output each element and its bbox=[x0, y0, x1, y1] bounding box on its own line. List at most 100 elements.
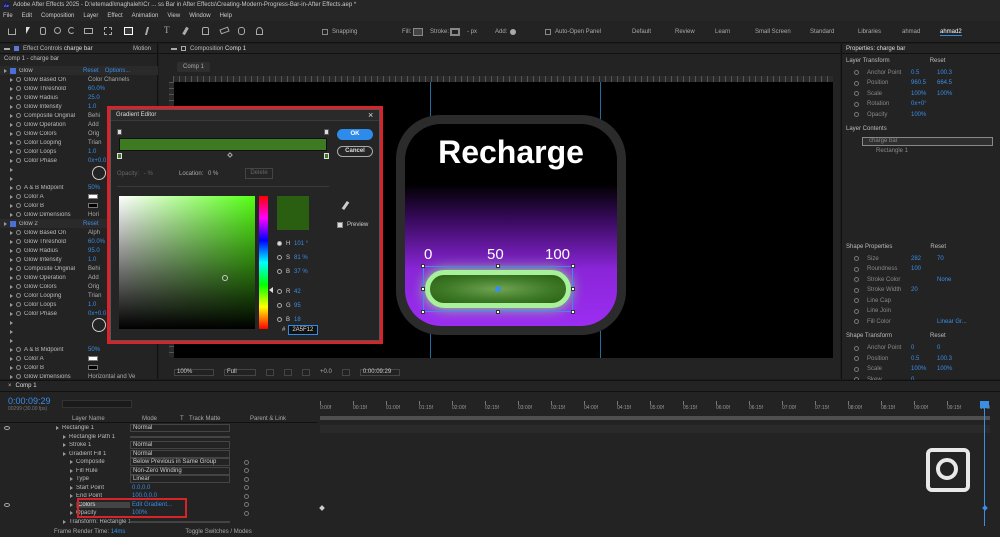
property-value[interactable]: Reset bbox=[83, 221, 99, 227]
composition-tab[interactable]: Composition bbox=[190, 46, 223, 52]
handle[interactable] bbox=[571, 287, 575, 291]
selection-tool-icon[interactable] bbox=[26, 27, 30, 34]
color-value-row[interactable]: H 101 ° bbox=[277, 239, 337, 248]
layer-mode[interactable]: Linear bbox=[130, 475, 230, 484]
expand-arrow-icon[interactable] bbox=[70, 468, 73, 473]
expand-arrow-icon[interactable] bbox=[10, 194, 13, 199]
timeline-tab[interactable]: Comp 1 bbox=[16, 383, 37, 389]
property-value[interactable]: 0x+0.0 bbox=[88, 158, 106, 164]
property-value-1[interactable]: 0.5 bbox=[911, 70, 937, 76]
handle[interactable] bbox=[421, 264, 425, 268]
property-value[interactable]: 1.0 bbox=[88, 302, 96, 308]
stopwatch-icon[interactable] bbox=[854, 70, 859, 75]
auto-open-checkbox[interactable] bbox=[545, 29, 551, 35]
handle[interactable] bbox=[421, 287, 425, 291]
menu-help[interactable]: Help bbox=[220, 13, 232, 19]
eyedropper-icon[interactable] bbox=[341, 200, 350, 211]
stopwatch-icon[interactable] bbox=[854, 91, 859, 96]
property-value[interactable]: 1.0 bbox=[88, 257, 96, 263]
timeline-layer-row[interactable]: Composite Below Previous in Same Group bbox=[0, 458, 318, 467]
expand-arrow-icon[interactable] bbox=[10, 158, 13, 163]
stopwatch-icon[interactable] bbox=[16, 275, 21, 280]
options-link[interactable]: Options... bbox=[105, 68, 131, 74]
menu-layer[interactable]: Layer bbox=[83, 13, 98, 19]
layer-contents-section[interactable]: Layer Contents bbox=[842, 125, 1000, 134]
property-value-2[interactable]: 0 bbox=[937, 345, 940, 351]
handle[interactable] bbox=[496, 310, 500, 314]
color-field-cursor[interactable] bbox=[222, 275, 228, 281]
expand-arrow-icon[interactable] bbox=[10, 167, 13, 172]
property-value[interactable]: 50% bbox=[88, 185, 100, 191]
layer-mode[interactable]: 0.0,0.0 bbox=[130, 485, 230, 491]
menu-composition[interactable]: Composition bbox=[41, 13, 74, 19]
stamp-tool-icon[interactable] bbox=[202, 27, 209, 35]
roto-brush-tool-icon[interactable] bbox=[238, 27, 245, 35]
menu-edit[interactable]: Edit bbox=[22, 13, 32, 19]
stopwatch-icon[interactable] bbox=[854, 298, 859, 303]
stopwatch-icon[interactable] bbox=[16, 77, 21, 82]
stopwatch-icon[interactable] bbox=[16, 140, 21, 145]
property-value-2[interactable]: 70 bbox=[937, 256, 944, 262]
stopwatch-icon[interactable] bbox=[16, 374, 21, 379]
stopwatch-icon[interactable] bbox=[854, 112, 859, 117]
property-value-1[interactable]: 282 bbox=[911, 256, 937, 262]
expand-arrow-icon[interactable] bbox=[63, 519, 66, 524]
effect-property-row[interactable]: Glow Reset Options... bbox=[0, 66, 158, 75]
mask-icon[interactable] bbox=[284, 368, 292, 376]
property-value-1[interactable]: 960.5 bbox=[911, 80, 937, 86]
anchor-point[interactable] bbox=[495, 286, 501, 292]
effect-property-row[interactable]: A & B Midpoint 50% bbox=[0, 345, 158, 354]
visibility-icon[interactable] bbox=[4, 426, 10, 431]
timeline-layer-row[interactable]: Fill Rule Non-Zero Winding bbox=[0, 466, 318, 476]
stopwatch-icon[interactable] bbox=[854, 308, 859, 314]
comp-timecode[interactable]: 0:00:09:29 bbox=[359, 368, 400, 376]
expand-arrow-icon[interactable] bbox=[10, 230, 13, 235]
timeline-layer-row[interactable]: Start Point 0.0,0.0 bbox=[0, 484, 318, 493]
stopwatch-icon[interactable] bbox=[854, 356, 859, 361]
stroke-width-field[interactable]: - px bbox=[467, 29, 477, 35]
grid-icon[interactable] bbox=[266, 368, 274, 376]
property-value[interactable]: Reset bbox=[83, 68, 99, 74]
color-swatch[interactable] bbox=[88, 356, 98, 361]
close-icon[interactable]: × bbox=[368, 110, 373, 120]
workspace-review[interactable]: Review bbox=[675, 29, 695, 35]
property-row[interactable]: Position 0.5 100.3 bbox=[842, 354, 1000, 363]
rotate-tool-icon[interactable] bbox=[68, 27, 75, 34]
expand-arrow-icon[interactable] bbox=[10, 284, 13, 289]
stopwatch-icon[interactable] bbox=[16, 239, 21, 244]
color-phase-dial-2[interactable] bbox=[92, 318, 106, 332]
expand-arrow-icon[interactable] bbox=[10, 131, 13, 136]
stopwatch-icon[interactable] bbox=[854, 287, 859, 293]
timeline-search[interactable] bbox=[62, 400, 132, 408]
hand-tool-icon[interactable] bbox=[40, 27, 46, 35]
hex-input[interactable]: 2A5F12 bbox=[288, 324, 319, 335]
zoom-dropdown[interactable]: 100% bbox=[174, 368, 214, 376]
property-row[interactable]: Line Join bbox=[842, 307, 1000, 316]
property-value-1[interactable]: 20 bbox=[911, 287, 937, 293]
radio-button[interactable] bbox=[277, 303, 282, 308]
property-value-2[interactable]: 100% bbox=[937, 366, 952, 372]
workspace-standard[interactable]: Standard bbox=[810, 29, 834, 35]
stopwatch-icon[interactable] bbox=[16, 257, 21, 262]
layer-mode[interactable]: Normal bbox=[130, 424, 230, 433]
property-row[interactable]: Fill Color Linear Gr... bbox=[842, 317, 1000, 326]
expand-arrow-icon[interactable] bbox=[10, 257, 13, 262]
panel-menu-icon[interactable] bbox=[4, 47, 10, 50]
layer-transform-section[interactable]: Layer Transform Reset bbox=[842, 56, 1000, 65]
property-row[interactable]: Size 282 70 bbox=[842, 254, 1000, 263]
snapshot-icon[interactable] bbox=[341, 368, 350, 376]
rectangle-tool-icon[interactable] bbox=[124, 27, 133, 35]
expand-arrow-icon[interactable] bbox=[4, 221, 7, 226]
color-swatch[interactable] bbox=[88, 365, 98, 370]
timeline-layer-row[interactable]: Transform: Rectangle 1 bbox=[0, 518, 318, 527]
expand-arrow-icon[interactable] bbox=[10, 212, 13, 217]
property-value[interactable]: Color Channels bbox=[88, 77, 129, 83]
property-row[interactable]: Rotation 0x+0° bbox=[842, 100, 1000, 109]
motion-tab[interactable]: Motion bbox=[133, 46, 151, 52]
expand-arrow-icon[interactable] bbox=[10, 374, 13, 379]
link-icon[interactable] bbox=[244, 485, 249, 491]
property-value[interactable]: Horizontal and Ve bbox=[88, 374, 135, 380]
color-swatch[interactable] bbox=[88, 203, 98, 208]
expand-arrow-icon[interactable] bbox=[10, 239, 13, 244]
stopwatch-icon[interactable] bbox=[16, 194, 21, 199]
